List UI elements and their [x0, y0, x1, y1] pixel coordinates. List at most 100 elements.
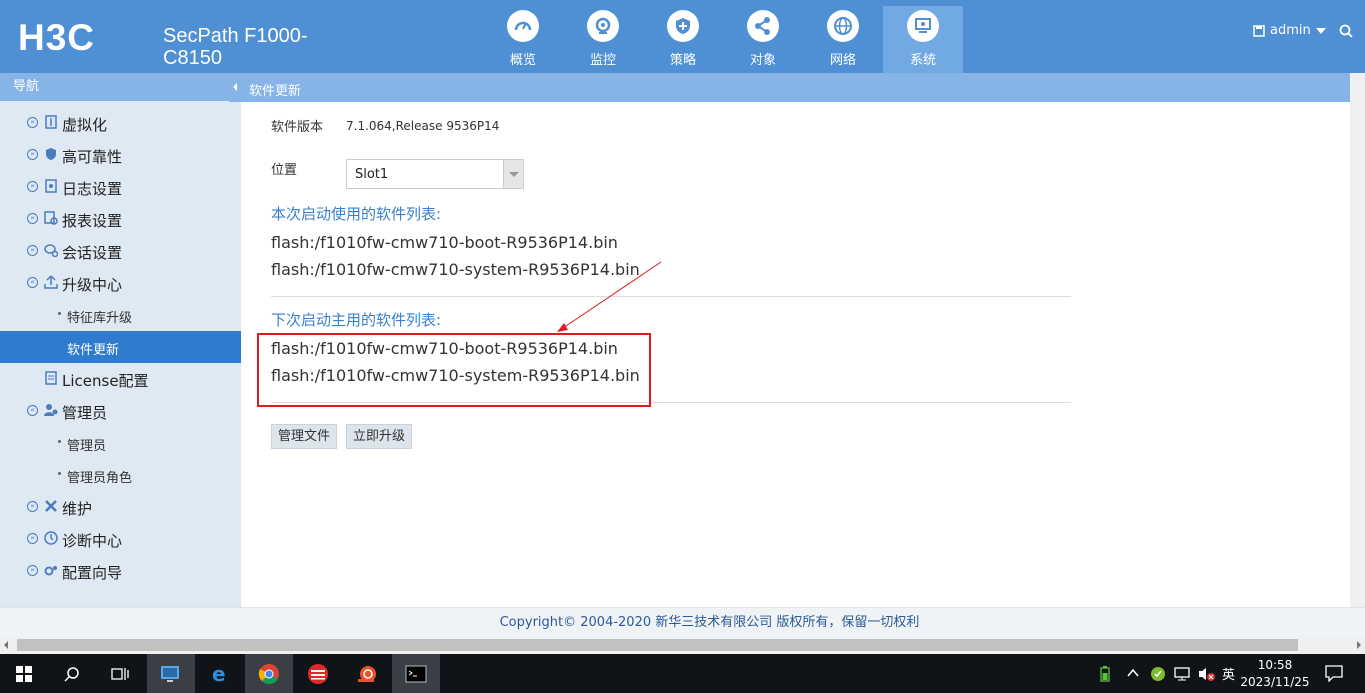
sidebar-item-ha[interactable]: » 高可靠性: [0, 139, 241, 171]
sidebar-item-license[interactable]: License配置: [0, 363, 241, 395]
collapse-icon[interactable]: «: [27, 277, 38, 288]
tab-software-update[interactable]: 软件更新: [249, 80, 301, 99]
notification-icon[interactable]: [1325, 665, 1343, 682]
taskbar-search-button[interactable]: [48, 654, 96, 693]
scrollbar-thumb[interactable]: [17, 639, 1298, 651]
scroll-right-icon[interactable]: [1357, 641, 1361, 649]
svg-text:e: e: [212, 663, 226, 685]
sidebar-item-config-wizard[interactable]: » 配置向导: [0, 555, 241, 587]
nav-monitor[interactable]: 监控: [563, 6, 643, 73]
username: admin: [1270, 23, 1311, 38]
sidebar-item-label: 诊断中心: [62, 532, 123, 550]
report-icon: [44, 211, 58, 225]
nav-overview[interactable]: 概览: [483, 6, 563, 73]
sidebar-item-diagnostics[interactable]: » 诊断中心: [0, 523, 241, 555]
taskbar-app-snail[interactable]: [343, 654, 391, 693]
expand-icon[interactable]: »: [27, 149, 38, 160]
sidebar-item-software-update[interactable]: 软件更新: [0, 331, 241, 363]
sidebar-item-virtualization[interactable]: » 虚拟化: [0, 107, 241, 139]
users-icon: [44, 404, 58, 416]
volume-muted-icon[interactable]: [1198, 666, 1216, 682]
taskbar-app-cmd[interactable]: [392, 654, 440, 693]
ime-indicator[interactable]: 英: [1222, 664, 1235, 683]
expand-icon[interactable]: »: [27, 181, 38, 192]
nav-label: 对象: [749, 53, 776, 68]
sidebar-item-maintenance[interactable]: » 维护: [0, 491, 241, 523]
expand-icon[interactable]: »: [27, 213, 38, 224]
breadcrumb-bar: 软件更新: [229, 73, 1365, 102]
h3c-logo: H3C: [18, 17, 96, 58]
sidebar-item-label: 维护: [62, 500, 93, 518]
bullet: [58, 440, 61, 443]
product-name: SecPath F1000-C8150: [163, 25, 308, 69]
sidebar-item-label: 配置向导: [62, 564, 123, 582]
copyright-footer: Copyright© 2004-2020 新华三技术有限公司 版权所有，保留一切…: [0, 607, 1365, 637]
sidebar-item-admin-list[interactable]: 管理员: [0, 427, 241, 459]
taskbar-app-chrome[interactable]: [245, 654, 293, 693]
sidebar-item-label: 会话设置: [62, 244, 123, 262]
manage-files-button[interactable]: 管理文件: [271, 424, 338, 449]
log-icon: [45, 179, 57, 193]
command-prompt-icon: [405, 665, 427, 682]
network-icon[interactable]: [1174, 666, 1190, 682]
nav-label: 监控: [589, 53, 616, 68]
search-icon[interactable]: [1339, 23, 1353, 42]
nav-policy[interactable]: 策略: [643, 6, 723, 73]
sidebar-title: 导航: [13, 79, 40, 94]
expand-icon[interactable]: »: [27, 245, 38, 256]
sidebar-item-label: 软件更新: [67, 343, 120, 358]
sidebar-item-label: 特征库升级: [67, 311, 133, 326]
sidebar-item-admin-role[interactable]: 管理员角色: [0, 459, 241, 491]
sidebar-item-label: 虚拟化: [62, 116, 108, 134]
monitor-icon: [587, 10, 619, 42]
sidebar-item-label: 管理员: [62, 404, 108, 422]
system-icon: [907, 10, 939, 42]
clock[interactable]: 10:58 2023/11/25: [1240, 657, 1310, 691]
share-icon: [747, 10, 779, 42]
chrome-icon: [258, 663, 279, 684]
task-view-button[interactable]: [96, 654, 144, 693]
nav-system[interactable]: 系统: [883, 6, 963, 73]
expand-icon[interactable]: »: [27, 565, 38, 576]
sidebar-item-admin[interactable]: « 管理员: [0, 395, 241, 427]
nav-label: 概览: [509, 53, 536, 68]
tray-app-icon[interactable]: [1150, 666, 1166, 682]
nav-object[interactable]: 对象: [723, 6, 803, 73]
annotation-arrow-icon: [557, 261, 662, 332]
battery-icon[interactable]: [1100, 666, 1110, 682]
user-menu[interactable]: admin: [1253, 23, 1326, 38]
tools-icon: [45, 500, 57, 512]
sidebar-item-session-settings[interactable]: » 会话设置: [0, 235, 241, 267]
globe-icon: [827, 10, 859, 42]
chevron-down-icon: [1315, 27, 1326, 34]
sidebar-item-label: 管理员角色: [67, 471, 133, 486]
session-icon: [44, 244, 58, 257]
taskbar-app-ie[interactable]: e: [196, 654, 244, 693]
vertical-scrollbar[interactable]: [1350, 73, 1365, 607]
upgrade-now-button[interactable]: 立即升级: [346, 424, 413, 449]
dashboard-icon: [507, 10, 539, 42]
chevron-up-icon[interactable]: [1127, 668, 1139, 678]
nav-label: 系统: [909, 53, 936, 68]
scroll-left-icon[interactable]: [4, 641, 8, 649]
expand-icon[interactable]: »: [27, 501, 38, 512]
collapse-icon[interactable]: «: [27, 405, 38, 416]
sidebar-item-report-settings[interactable]: » 报表设置: [0, 203, 241, 235]
expand-icon[interactable]: »: [27, 533, 38, 544]
taskbar-app-terminal-red[interactable]: [294, 654, 342, 693]
shield-icon: [46, 148, 56, 160]
horizontal-scrollbar[interactable]: [0, 637, 1365, 654]
sidebar-item-label: 高可靠性: [62, 148, 123, 166]
nav-network[interactable]: 网络: [803, 6, 883, 73]
sidebar-item-upgrade-center[interactable]: « 升级中心: [0, 267, 241, 299]
save-icon: [1253, 24, 1265, 37]
sidebar-item-label: 报表设置: [62, 212, 123, 230]
sidebar-item-label: License配置: [62, 372, 149, 390]
start-button[interactable]: [0, 654, 48, 693]
sidebar-item-signature-upgrade[interactable]: 特征库升级: [0, 299, 241, 331]
windows-icon: [16, 665, 32, 682]
caret-left-icon[interactable]: [233, 83, 237, 91]
sidebar-item-log-settings[interactable]: » 日志设置: [0, 171, 241, 203]
taskbar-app-remote[interactable]: [147, 654, 195, 693]
expand-icon[interactable]: »: [27, 117, 38, 128]
